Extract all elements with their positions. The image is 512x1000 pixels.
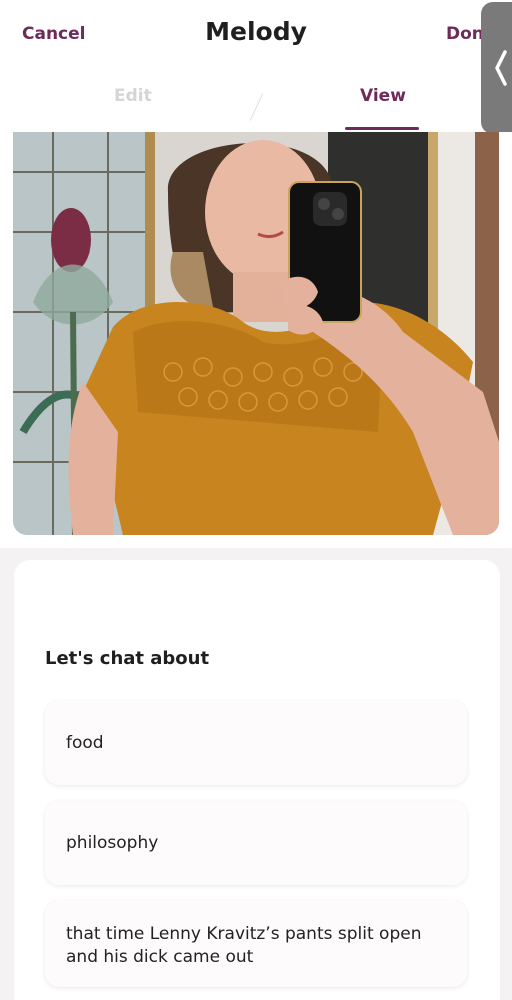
chevron-left-icon xyxy=(495,50,507,86)
header: Cancel Melody Don Edit View xyxy=(0,0,512,134)
done-button[interactable]: Don xyxy=(446,24,484,44)
topic-item-lenny-kravitz[interactable]: that time Lenny Kravitz’s pants split op… xyxy=(45,901,467,987)
tab-divider xyxy=(249,93,264,121)
active-tab-indicator xyxy=(345,127,419,130)
topic-item-philosophy[interactable]: philosophy xyxy=(45,801,467,885)
profile-photo[interactable] xyxy=(13,132,499,535)
topic-label: food xyxy=(66,732,104,753)
tab-view[interactable]: View xyxy=(360,86,406,106)
profile-photo-image xyxy=(13,132,499,535)
photo-section xyxy=(0,132,512,548)
prompt-heading: Let's chat about xyxy=(45,648,210,669)
topic-label: philosophy xyxy=(66,832,159,853)
side-panel-handle[interactable] xyxy=(481,2,512,134)
prompt-card: Let's chat about food philosophy that ti… xyxy=(14,560,500,1000)
tab-edit[interactable]: Edit xyxy=(114,86,152,106)
topic-item-food[interactable]: food xyxy=(45,701,467,785)
page-title: Melody xyxy=(205,17,307,46)
topic-label: that time Lenny Kravitz’s pants split op… xyxy=(66,924,422,967)
